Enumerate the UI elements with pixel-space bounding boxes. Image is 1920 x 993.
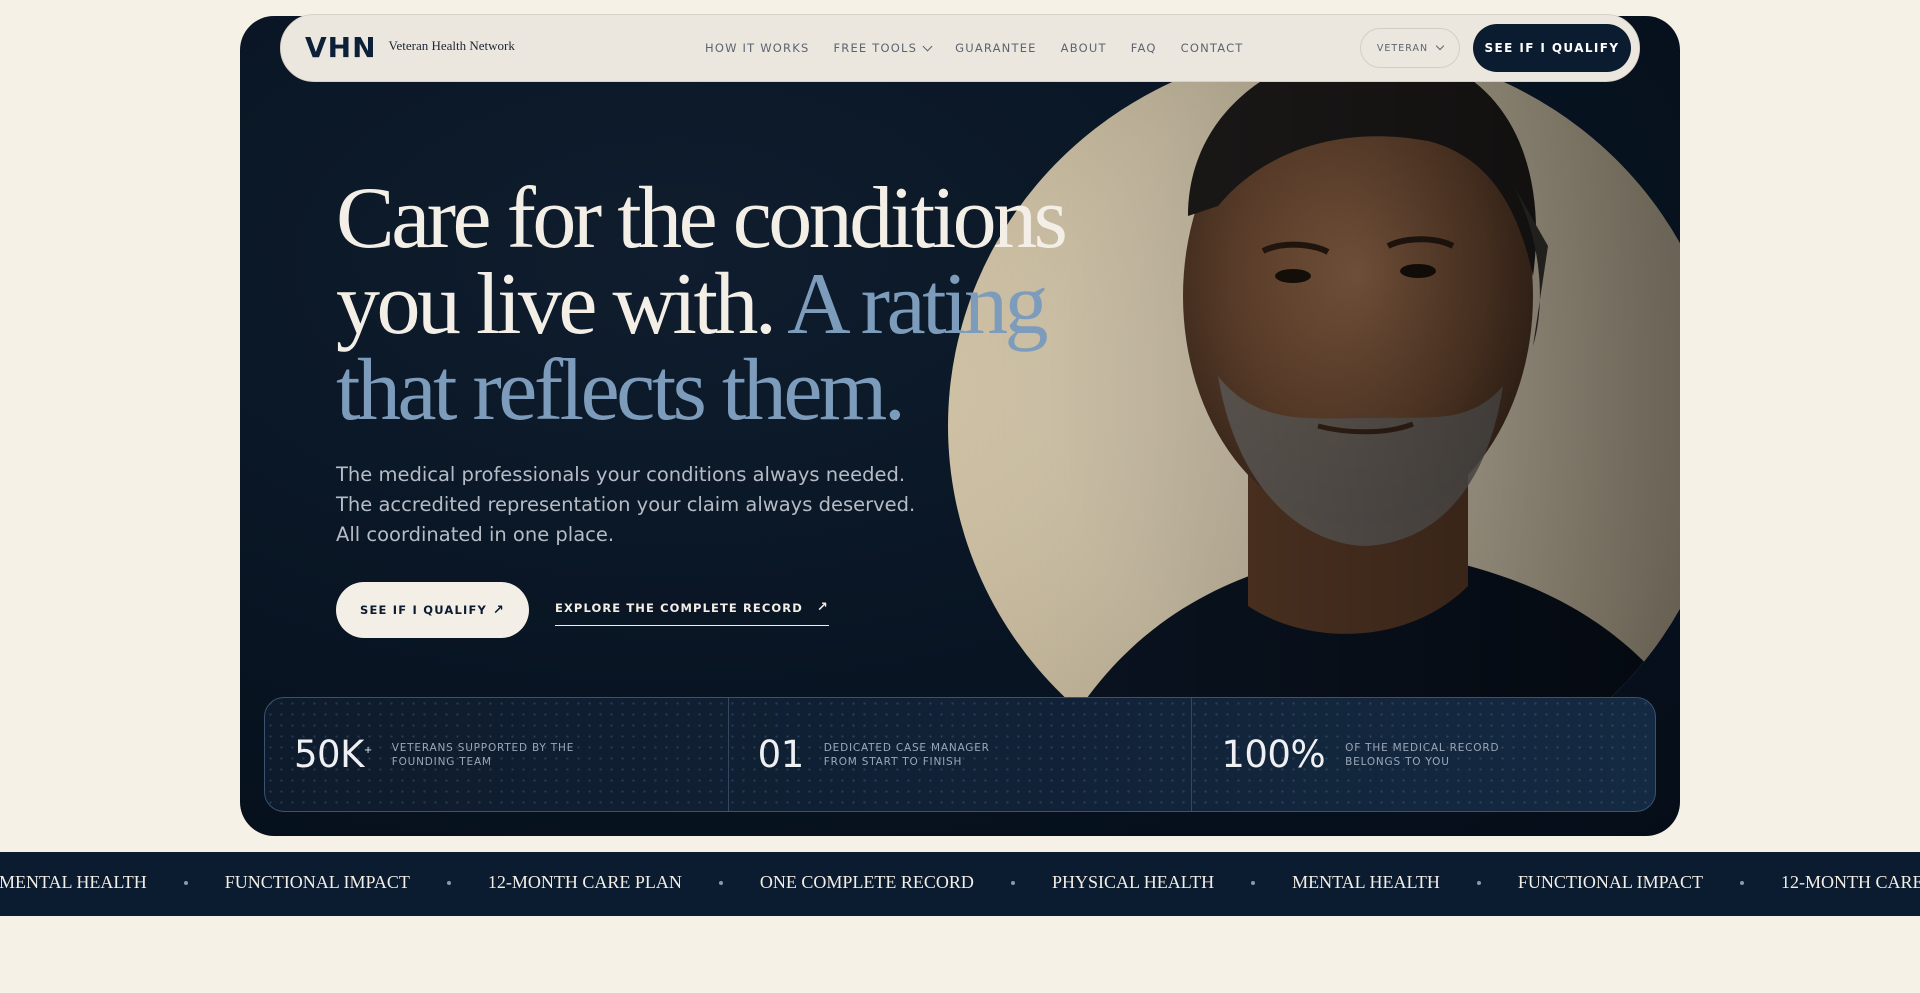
nav-link-faq[interactable]: FAQ [1131,41,1157,55]
stat-item: 100% OF THE MEDICAL RECORD BELONGS TO YO… [1192,698,1655,811]
stat-item: 01 DEDICATED CASE MANAGER FROM START TO … [729,698,1193,811]
ticker-item: 12-MONTH CARE PLAN [487,872,682,892]
audience-select-value: VETERAN [1376,42,1429,54]
stat-value: 50K+ [294,733,372,776]
ticker-item: MENTAL HEALTH [0,872,147,892]
cta-secondary-label: EXPLORE THE COMPLETE RECORD [555,600,803,615]
explore-complete-record-link[interactable]: EXPLORE THE COMPLETE RECORD ↗ [555,600,829,626]
cta-primary-label: SEE IF I QUALIFY [360,603,488,617]
stats-bar: 50K+ VETERANS SUPPORTED BY THE FOUNDING … [264,697,1656,812]
hero-section: Care for the conditions you live with. A… [240,16,1680,836]
ticker-item: FUNCTIONAL IMPACT [1517,872,1704,892]
hero-subtext: The medical professionals your condition… [336,463,916,546]
nav-link-guarantee[interactable]: GUARANTEE [955,41,1037,55]
nav-links: HOW IT WORKS FREE TOOLS GUARANTEE ABOUT … [705,41,1244,55]
chevron-down-icon [1435,41,1445,51]
arrow-up-right-icon: ↗ [816,600,829,615]
nav-see-if-i-qualify-button[interactable]: SEE IF I QUALIFY [1473,24,1631,72]
headline-line-1: Care for the conditions [336,170,1068,267]
stat-label: DEDICATED CASE MANAGER FROM START TO FIN… [823,741,990,768]
ticker-item: ONE COMPLETE RECORD [759,872,974,892]
headline-accent-2: that reflects them. [336,342,906,439]
ticker-item: 12-MONTH CARE PLAN [1781,872,1920,892]
ticker-track: MENTAL HEALTH FUNCTIONAL IMPACT 12-MONTH C… [0,872,1920,893]
logo-text: Veteran Health Network [388,37,515,53]
nav-link-how-it-works[interactable]: HOW IT WORKS [705,41,809,55]
stat-value: 100% [1221,733,1326,776]
topic-ticker: MENTAL HEALTH FUNCTIONAL IMPACT 12-MONTH C… [0,852,1920,916]
nav-link-free-tools[interactable]: FREE TOOLS [833,41,933,55]
stat-value: 01 [757,733,805,776]
logo-mark: VHN [305,31,377,64]
stat-label: OF THE MEDICAL RECORD BELONGS TO YOU [1345,741,1500,768]
ticker-item: FUNCTIONAL IMPACT [224,872,410,892]
hero-headline: Care for the conditions you live with. A… [336,175,1096,435]
headline-accent-1: A rating [787,256,1048,353]
brand-logo[interactable]: VHN Veteran Health Network [305,31,515,64]
audience-select[interactable]: VETERAN [1360,28,1460,68]
ticker-item: MENTAL HEALTH [1292,872,1440,892]
chevron-down-icon [922,41,933,51]
arrow-up-right-icon: ↗ [492,602,505,618]
top-navigation: VHN Veteran Health Network HOW IT WORKS … [280,14,1640,82]
headline-line-2: you live with. [336,256,777,353]
see-if-i-qualify-button[interactable]: SEE IF I QUALIFY ↗ [336,582,529,638]
nav-link-about[interactable]: ABOUT [1061,41,1107,55]
nav-link-contact[interactable]: CONTACT [1181,41,1244,55]
stat-label: VETERANS SUPPORTED BY THE FOUNDING TEAM [391,741,575,768]
stat-item: 50K+ VETERANS SUPPORTED BY THE FOUNDING … [265,698,729,811]
ticker-item: PHYSICAL HEALTH [1051,872,1215,892]
